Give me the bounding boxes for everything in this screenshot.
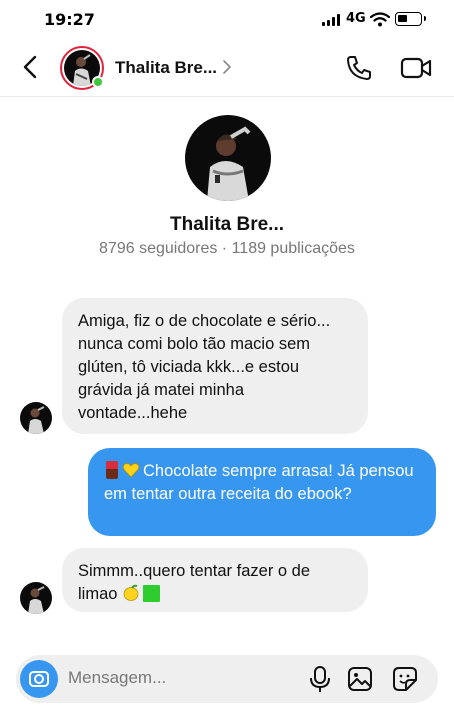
message-composer: Mensagem... — [16, 655, 438, 703]
message-input[interactable]: Mensagem... — [68, 668, 166, 688]
gallery-icon[interactable] — [347, 666, 373, 692]
online-status-dot — [92, 76, 104, 88]
message-text: Amiga, fiz o de chocolate e sério... nun… — [78, 312, 331, 422]
green-square-emoji — [143, 585, 161, 602]
profile-avatar[interactable] — [185, 115, 271, 201]
incoming-message-bubble[interactable]: Amiga, fiz o de chocolate e sério... nun… — [62, 298, 368, 434]
video-call-icon[interactable] — [400, 56, 432, 80]
wifi-icon — [370, 12, 390, 27]
profile-name[interactable]: Thalita Bre... — [0, 214, 454, 236]
message-text: Simmm..quero tentar fazer o de limao — [78, 562, 311, 603]
network-type: 4G — [346, 11, 366, 26]
yellow-heart-emoji — [122, 463, 140, 478]
status-time: 19:27 — [44, 10, 95, 29]
camera-icon — [29, 671, 49, 687]
profile-stats: 8796 seguidores · 1189 publicações — [99, 240, 355, 257]
phone-call-icon[interactable] — [345, 54, 373, 82]
cellular-signal-icon — [322, 14, 342, 26]
sender-avatar[interactable] — [20, 582, 52, 614]
outgoing-message-bubble[interactable]: Chocolate sempre arrasa! Já pensou em te… — [88, 448, 436, 536]
contact-name[interactable]: Thalita Bre... — [115, 58, 217, 78]
sticker-icon[interactable] — [392, 666, 418, 692]
status-bar: 19:27 4G — [0, 0, 454, 40]
chat-header: Thalita Bre... — [0, 40, 454, 97]
message-text: Chocolate sempre arrasa! Já pensou em te… — [104, 462, 414, 503]
microphone-icon[interactable] — [309, 665, 331, 693]
sender-avatar[interactable] — [20, 402, 52, 434]
chevron-right-icon[interactable] — [222, 59, 232, 75]
incoming-message-bubble[interactable]: Simmm..quero tentar fazer o de limao — [62, 548, 368, 612]
lemon-emoji — [123, 584, 139, 601]
battery-icon — [395, 12, 426, 26]
camera-button[interactable] — [20, 660, 58, 698]
back-arrow-icon[interactable] — [18, 53, 44, 81]
chocolate-bar-emoji — [106, 461, 118, 479]
